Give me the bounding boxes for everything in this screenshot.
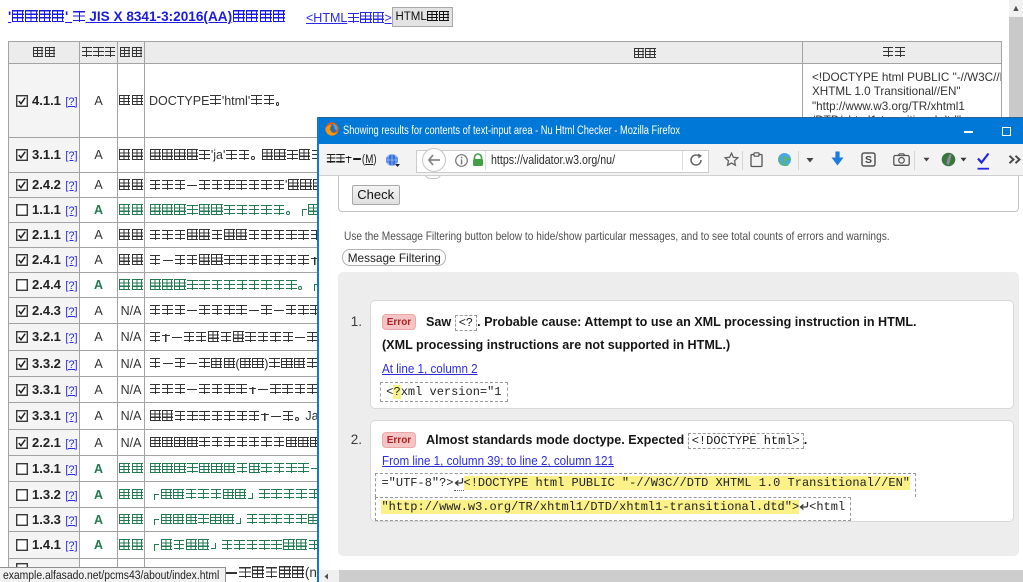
svg-text:S: S — [864, 154, 871, 166]
